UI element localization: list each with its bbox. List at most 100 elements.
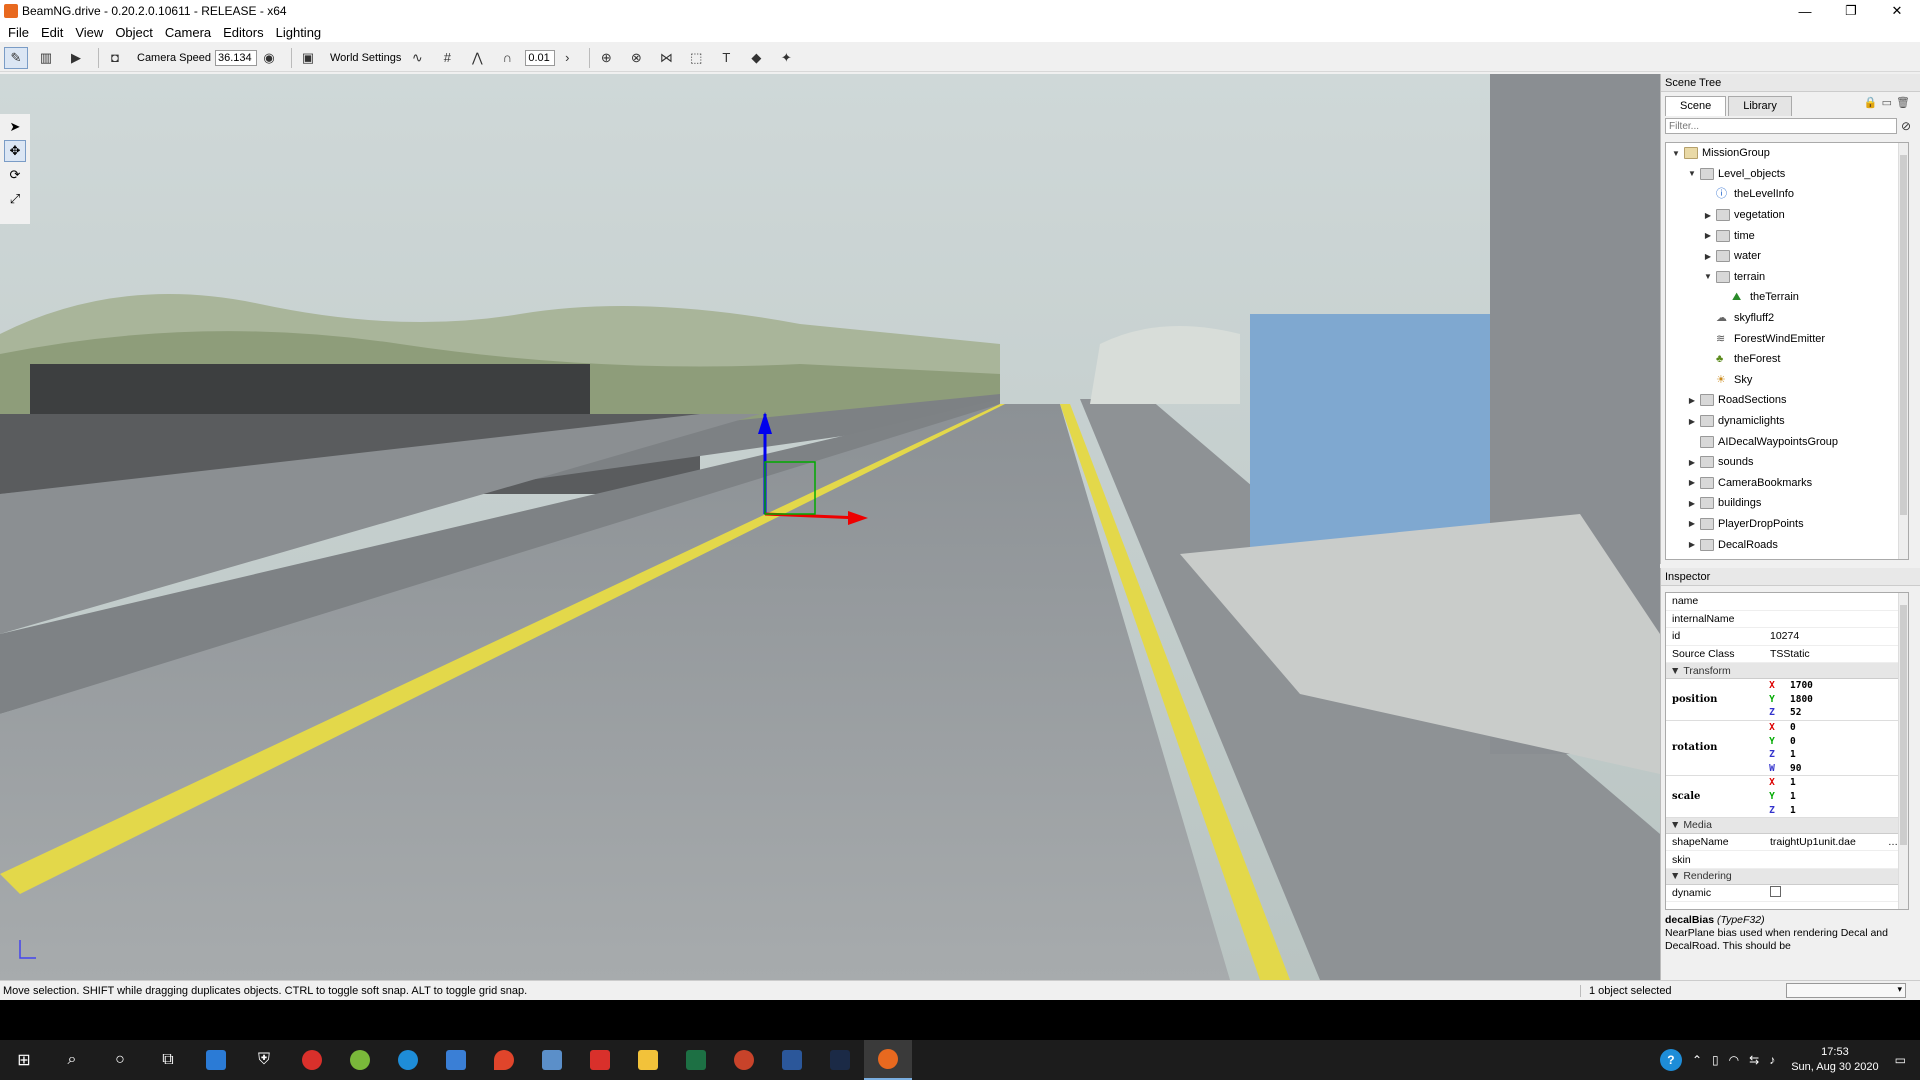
tab-scene[interactable]: Scene bbox=[1665, 96, 1727, 116]
select-arrow-icon[interactable]: ➤ bbox=[4, 116, 26, 138]
word-icon[interactable] bbox=[768, 1040, 816, 1080]
tree-item[interactable]: ▶ vegetation bbox=[1666, 205, 1908, 226]
tree-item[interactable]: ▶ DecalRoads bbox=[1666, 534, 1908, 555]
rotation-w[interactable]: W 90 bbox=[1766, 762, 1908, 776]
menu-file[interactable]: File bbox=[8, 25, 29, 40]
field-skin[interactable]: skin bbox=[1666, 851, 1908, 869]
field-name[interactable]: name bbox=[1666, 593, 1908, 611]
tree-item[interactable]: ▶ RoadSections bbox=[1666, 390, 1908, 411]
app-w-icon[interactable] bbox=[336, 1040, 384, 1080]
beamng-icon[interactable] bbox=[864, 1040, 912, 1080]
calculator-icon[interactable] bbox=[528, 1040, 576, 1080]
section-transform[interactable]: ▼ Transform bbox=[1666, 663, 1908, 679]
battery-icon[interactable]: ▯ bbox=[1712, 1053, 1719, 1067]
move-tool-icon[interactable]: ✥ bbox=[4, 140, 26, 162]
excel-icon[interactable] bbox=[672, 1040, 720, 1080]
menu-view[interactable]: View bbox=[75, 25, 103, 40]
section-rendering[interactable]: ▼ Rendering bbox=[1666, 868, 1908, 885]
tree-item[interactable]: ▼ MissionGroup bbox=[1666, 143, 1908, 164]
camera-bookmark-icon[interactable]: ⊗ bbox=[624, 47, 648, 69]
tree-item[interactable]: ▶ CameraBookmarks bbox=[1666, 473, 1908, 494]
scale-x[interactable]: X1 bbox=[1766, 776, 1908, 790]
scale-z[interactable]: Z1 bbox=[1766, 803, 1908, 817]
edge-icon[interactable] bbox=[384, 1040, 432, 1080]
scene-filter-input[interactable] bbox=[1665, 118, 1897, 134]
world-settings-icon[interactable]: ▣ bbox=[296, 47, 320, 69]
vehicle-icon[interactable]: ◆ bbox=[744, 47, 768, 69]
grid-icon[interactable]: # bbox=[435, 47, 459, 69]
menu-editors[interactable]: Editors bbox=[223, 25, 263, 40]
expand-arrow-down-icon[interactable]: ▼ bbox=[1686, 169, 1698, 178]
tree-item[interactable]: ▼ terrain bbox=[1666, 267, 1908, 288]
visibility-eye-icon[interactable]: ◉ bbox=[257, 47, 281, 69]
expand-arrow-down-icon[interactable]: ▼ bbox=[1670, 149, 1682, 158]
menu-camera[interactable]: Camera bbox=[165, 25, 211, 40]
tree-item[interactable]: ☀ Sky bbox=[1666, 370, 1908, 391]
expand-arrow-down-icon[interactable]: ▼ bbox=[1702, 272, 1714, 281]
clock[interactable]: 17:53 Sun, Aug 30 2020 bbox=[1791, 1045, 1878, 1075]
chevron-up-icon[interactable]: ⌃ bbox=[1692, 1053, 1702, 1067]
start-icon[interactable]: ⊞ bbox=[0, 1040, 48, 1080]
rotation-y[interactable]: Y0 bbox=[1766, 734, 1908, 748]
menu-lighting[interactable]: Lighting bbox=[276, 25, 322, 40]
scale-tool-icon[interactable]: ⤢ bbox=[4, 188, 26, 210]
calendar-icon[interactable] bbox=[432, 1040, 480, 1080]
tree-item[interactable]: ▶ sounds bbox=[1666, 452, 1908, 473]
magnet-icon[interactable]: ∩ bbox=[495, 47, 519, 69]
file-explorer-icon[interactable] bbox=[624, 1040, 672, 1080]
terrain-tool-icon[interactable]: ⋈ bbox=[654, 47, 678, 69]
security-icon[interactable]: ⛨ bbox=[240, 1040, 288, 1080]
tree-item[interactable]: ▶ PlayerDropPoints bbox=[1666, 514, 1908, 535]
tree-item[interactable]: AIDecalWaypointsGroup bbox=[1666, 431, 1908, 452]
rotation-z[interactable]: Z1 bbox=[1766, 748, 1908, 762]
scene-tree-view[interactable]: ▼ MissionGroup ▼ Level_objects ⓘ theLevelInfo… bbox=[1665, 142, 1909, 560]
expand-arrow-right-icon[interactable]: ▶ bbox=[1702, 211, 1714, 220]
notifications-icon[interactable]: ▭ bbox=[1895, 1053, 1906, 1067]
rotate-tool-icon[interactable]: ⟳ bbox=[4, 164, 26, 186]
expand-arrow-right-icon[interactable]: ▶ bbox=[1686, 540, 1698, 549]
close-button[interactable]: ✕ bbox=[1874, 0, 1920, 22]
tab-library[interactable]: Library bbox=[1728, 96, 1792, 116]
volume-icon[interactable]: ♪ bbox=[1769, 1053, 1775, 1067]
expand-arrow-right-icon[interactable]: ▶ bbox=[1686, 417, 1698, 426]
layout-icon[interactable]: ▥ bbox=[34, 47, 58, 69]
help-icon[interactable]: ? bbox=[1659, 1049, 1682, 1071]
terrain-snap-icon[interactable]: ⋀ bbox=[465, 47, 489, 69]
delete-icon[interactable]: 🗑 bbox=[1896, 96, 1910, 116]
text-icon[interactable]: T bbox=[714, 47, 738, 69]
expand-arrow-right-icon[interactable]: ▶ bbox=[1686, 458, 1698, 467]
world-settings-label[interactable]: World Settings bbox=[330, 52, 401, 64]
position-x[interactable]: X 1700 bbox=[1766, 679, 1908, 693]
powerpoint-icon[interactable] bbox=[720, 1040, 768, 1080]
visual-studio-icon[interactable] bbox=[192, 1040, 240, 1080]
expand-arrow-right-icon[interactable]: ▶ bbox=[1702, 231, 1714, 240]
dynamic-checkbox[interactable] bbox=[1770, 886, 1781, 898]
tree-item[interactable]: ≋ ForestWindEmitter bbox=[1666, 328, 1908, 349]
tree-item[interactable]: ♣ theForest bbox=[1666, 349, 1908, 370]
clear-filter-icon[interactable]: ⊘ bbox=[1901, 119, 1911, 133]
field-internal-name[interactable]: internalName bbox=[1666, 611, 1908, 628]
field-shape-name[interactable]: shapeName traightUp1unit.dae… bbox=[1666, 834, 1908, 852]
search-icon[interactable]: ⌕ bbox=[48, 1040, 96, 1080]
menu-edit[interactable]: Edit bbox=[41, 25, 63, 40]
tree-item[interactable]: ☁ skyfluff2 bbox=[1666, 308, 1908, 329]
snap-value-arrow-icon[interactable]: › bbox=[555, 47, 579, 69]
tree-item[interactable]: ▶ time bbox=[1666, 225, 1908, 246]
task-view-icon[interactable]: ⧉ bbox=[144, 1040, 192, 1080]
tree-item[interactable]: ▶SpawnedVehicles bbox=[1666, 555, 1908, 559]
minimize-button[interactable]: — bbox=[1782, 0, 1828, 22]
record-icon[interactable] bbox=[288, 1040, 336, 1080]
menu-object[interactable]: Object bbox=[115, 25, 153, 40]
tree-scrollbar[interactable] bbox=[1898, 143, 1908, 559]
expand-arrow-right-icon[interactable]: ▶ bbox=[1686, 519, 1698, 528]
status-dropdown[interactable]: ▾ bbox=[1786, 983, 1906, 998]
tree-item[interactable]: ⛰ theTerrain bbox=[1666, 287, 1908, 308]
maximize-button[interactable]: ❐ bbox=[1828, 0, 1874, 22]
field-dynamic[interactable]: dynamic bbox=[1666, 885, 1908, 903]
network-icon[interactable]: ⇆ bbox=[1749, 1053, 1759, 1067]
rotation-x[interactable]: X0 bbox=[1766, 721, 1908, 735]
folder-toggle-icon[interactable]: ▭ bbox=[1882, 96, 1892, 116]
object-editor-icon[interactable]: ✎ bbox=[4, 46, 28, 69]
camera-speed-field[interactable]: 36.134 bbox=[215, 49, 257, 66]
tree-item[interactable]: ⓘ theLevelInfo bbox=[1666, 184, 1908, 205]
